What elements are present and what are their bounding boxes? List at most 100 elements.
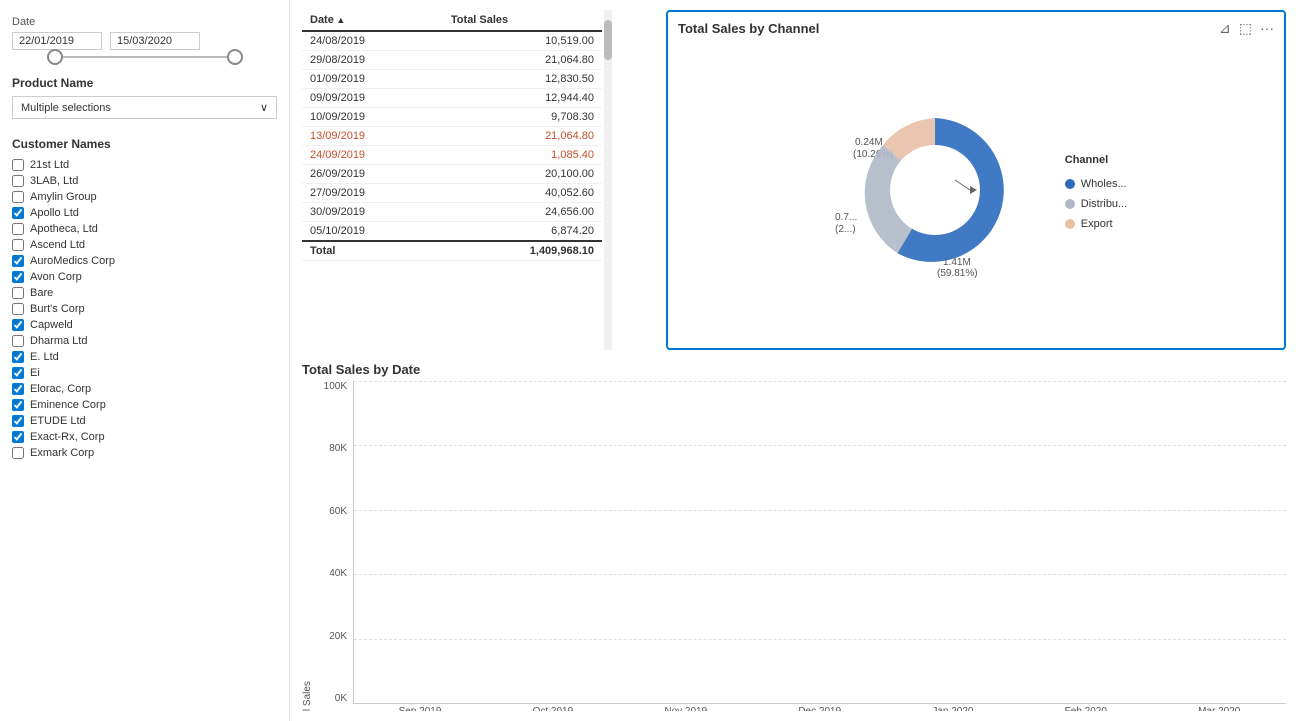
customer-checkbox[interactable]: [12, 271, 24, 283]
list-item: Exmark Corp: [12, 445, 277, 461]
customer-list: 21st Ltd3LAB, LtdAmylin GroupApollo LtdA…: [12, 157, 277, 461]
slider-thumb-left[interactable]: [47, 49, 63, 65]
customer-name: Bare: [30, 287, 53, 299]
list-item: 21st Ltd: [12, 157, 277, 173]
customer-checkbox[interactable]: [12, 255, 24, 267]
donut-chart-title: Total Sales by Channel: [678, 21, 819, 36]
donut-svg-container: 0.24M (10.26%) 0.7... (2...) 1.41M (59.8…: [825, 90, 1045, 293]
table-row: 24/08/201910,519.00: [302, 31, 602, 51]
chevron-down-icon: ∨: [260, 101, 268, 114]
legend-label-distributor: Distribu...: [1081, 198, 1127, 210]
customer-checkbox[interactable]: [12, 303, 24, 315]
table-cell-sales: 21,064.80: [443, 127, 602, 146]
x-axis-labels: Sep 2019Oct 2019Nov 2019Dec 2019Jan 2020…: [313, 706, 1286, 711]
col-date-header[interactable]: Date: [302, 10, 443, 31]
customer-checkbox[interactable]: [12, 399, 24, 411]
table-scrollbar[interactable]: [604, 10, 612, 350]
legend-item-distributor: Distribu...: [1065, 198, 1127, 210]
table-row: 27/09/201940,052.60: [302, 184, 602, 203]
sidebar: Date Product Name Multiple selections ∨ …: [0, 0, 290, 721]
table-cell-date: 26/09/2019: [302, 165, 443, 184]
customer-checkbox[interactable]: [12, 191, 24, 203]
customer-name: Dharma Ltd: [30, 335, 87, 347]
x-axis-label: Sep 2019: [399, 706, 442, 711]
legend-title: Channel: [1065, 154, 1127, 166]
y-axis-label: 40K: [329, 568, 347, 579]
legend-item-export: Export: [1065, 218, 1127, 230]
table-cell-sales: 24,656.00: [443, 203, 602, 222]
product-name-label: Product Name: [12, 76, 277, 90]
table-cell-sales: 6,874.20: [443, 222, 602, 242]
table-row: 09/09/201912,944.40: [302, 89, 602, 108]
list-item: AuroMedics Corp: [12, 253, 277, 269]
customer-checkbox[interactable]: [12, 207, 24, 219]
table-cell-date: 05/10/2019: [302, 222, 443, 242]
customer-name: Apotheca, Ltd: [30, 223, 98, 235]
customer-name: E. Ltd: [30, 351, 59, 363]
chart-panel-header: Total Sales by Channel ⊿ ⬚ ···: [678, 20, 1274, 37]
customer-checkbox[interactable]: [12, 351, 24, 363]
scrollbar-thumb[interactable]: [604, 20, 612, 60]
product-name-value: Multiple selections: [21, 102, 111, 114]
date-range-inputs: [12, 32, 277, 50]
customer-name: Capweld: [30, 319, 73, 331]
customer-checkbox[interactable]: [12, 175, 24, 187]
list-item: Ascend Ltd: [12, 237, 277, 253]
customer-checkbox[interactable]: [12, 287, 24, 299]
table-row: 01/09/201912,830.50: [302, 70, 602, 89]
donut-legend: Channel Wholes... Distribu... Export: [1065, 154, 1127, 230]
table-row: 30/09/201924,656.00: [302, 203, 602, 222]
slider-thumb-right[interactable]: [227, 49, 243, 65]
list-item: E. Ltd: [12, 349, 277, 365]
svg-text:0.7...: 0.7...: [835, 212, 857, 223]
table-cell-sales: 12,944.40: [443, 89, 602, 108]
y-axis-label: 0K: [335, 693, 347, 704]
customer-checkbox[interactable]: [12, 335, 24, 347]
more-options-icon[interactable]: ···: [1260, 20, 1274, 37]
customer-checkbox[interactable]: [12, 447, 24, 459]
x-axis-label: Mar 2020: [1198, 706, 1240, 711]
product-name-dropdown[interactable]: Multiple selections ∨: [12, 96, 277, 119]
table-row: 05/10/20196,874.20: [302, 222, 602, 242]
table-cell-sales: 21,064.80: [443, 51, 602, 70]
list-item: Amylin Group: [12, 189, 277, 205]
table-cell-date: 09/09/2019: [302, 89, 443, 108]
svg-text:(2...): (2...): [835, 224, 856, 235]
bottom-section: Total Sales by Date Total Sales 100K80K6…: [302, 362, 1286, 711]
customer-name: Ei: [30, 367, 40, 379]
svg-text:(59.81%): (59.81%): [937, 268, 978, 279]
legend-dot-export: [1065, 219, 1075, 229]
customer-checkbox[interactable]: [12, 239, 24, 251]
date-start-input[interactable]: [12, 32, 102, 50]
customer-checkbox[interactable]: [12, 319, 24, 331]
x-axis-label: Oct 2019: [533, 706, 574, 711]
customer-name: Amylin Group: [30, 191, 97, 203]
date-end-input[interactable]: [110, 32, 200, 50]
y-axis-label: 80K: [329, 443, 347, 454]
expand-icon[interactable]: ⬚: [1239, 20, 1252, 37]
bar-chart-area: [353, 381, 1286, 704]
col-sales-header[interactable]: Total Sales: [443, 10, 602, 31]
customer-checkbox[interactable]: [12, 159, 24, 171]
table-cell-date: 30/09/2019: [302, 203, 443, 222]
customer-checkbox[interactable]: [12, 367, 24, 379]
customer-checkbox[interactable]: [12, 415, 24, 427]
list-item: Bare: [12, 285, 277, 301]
bottom-chart-wrapper: Total Sales 100K80K60K40K20K0K: [302, 381, 1286, 711]
customer-checkbox[interactable]: [12, 383, 24, 395]
customer-name: Apollo Ltd: [30, 207, 79, 219]
top-section: Date Total Sales 24/08/201910,519.0029/0…: [302, 10, 1286, 350]
customer-name: Exact-Rx, Corp: [30, 431, 105, 443]
y-axis-label: 20K: [329, 631, 347, 642]
customer-checkbox[interactable]: [12, 431, 24, 443]
date-slider[interactable]: [12, 56, 277, 58]
table-cell-sales: 12,830.50: [443, 70, 602, 89]
list-item: ETUDE Ltd: [12, 413, 277, 429]
customer-names-label: Customer Names: [12, 137, 277, 151]
list-item: Ei: [12, 365, 277, 381]
table-cell-sales: 9,708.30: [443, 108, 602, 127]
customer-checkbox[interactable]: [12, 223, 24, 235]
filter-icon[interactable]: ⊿: [1219, 20, 1231, 37]
sales-table-section: Date Total Sales 24/08/201910,519.0029/0…: [302, 10, 602, 350]
list-item: Apollo Ltd: [12, 205, 277, 221]
